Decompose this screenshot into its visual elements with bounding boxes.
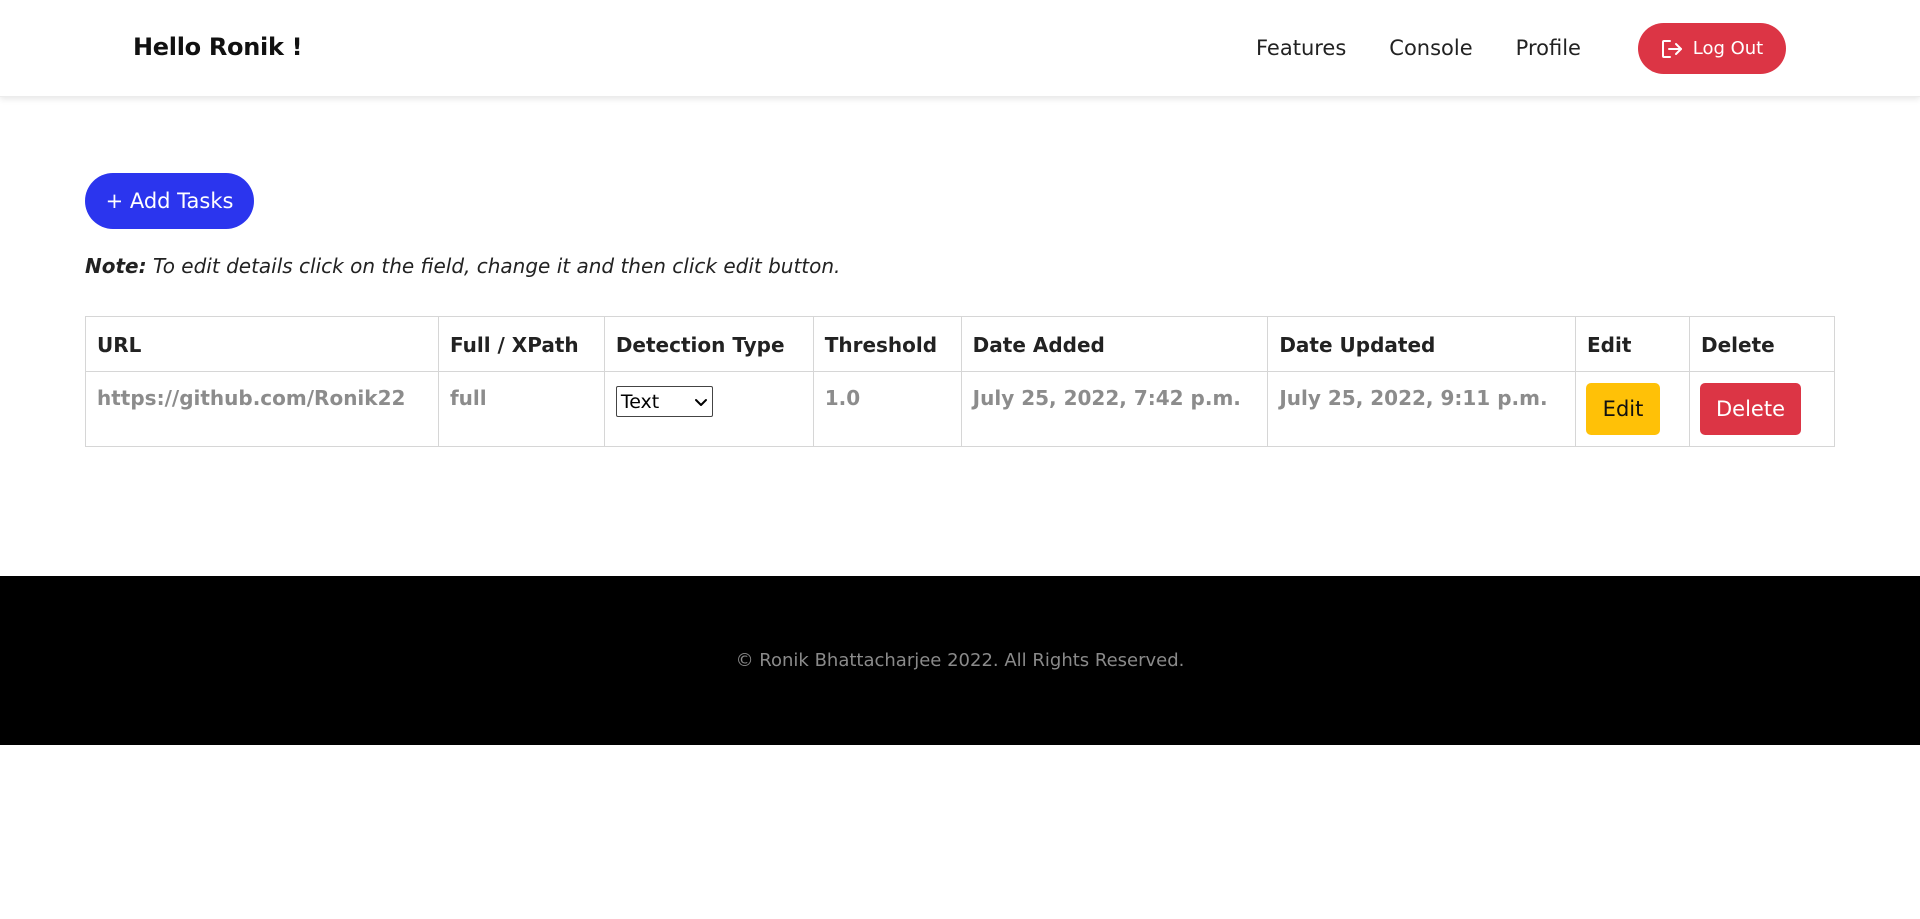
logout-button[interactable]: Log Out [1638, 23, 1786, 74]
add-tasks-button[interactable]: + Add Tasks [85, 173, 254, 229]
nav-link-profile[interactable]: Profile [1516, 36, 1581, 60]
table-header-row: URL Full / XPath Detection Type Threshol… [85, 316, 1836, 372]
table-row: https://github.com/Ronik22 full Text 1.0… [85, 371, 1836, 447]
cell-edit: Edit [1575, 371, 1690, 447]
logout-label: Log Out [1692, 38, 1764, 59]
header-path: Full / XPath [437, 316, 605, 372]
logout-icon [1661, 39, 1685, 59]
header-detection-type: Detection Type [603, 316, 814, 372]
greeting-title: Hello Ronik ! [133, 33, 303, 61]
footer: © Ronik Bhattacharjee 2022. All Rights R… [0, 576, 1920, 745]
header-url: URL [85, 316, 439, 372]
detection-type-select[interactable]: Text [615, 386, 713, 417]
nav-link-features[interactable]: Features [1256, 36, 1346, 60]
header-delete: Delete [1688, 316, 1836, 372]
tasks-table: URL Full / XPath Detection Type Threshol… [85, 316, 1836, 447]
footer-copyright: © Ronik Bhattacharjee 2022. All Rights R… [735, 650, 1185, 671]
edit-note: Note: To edit details click on the field… [85, 254, 840, 278]
cell-detection-type: Text [603, 371, 814, 447]
nav-link-console[interactable]: Console [1389, 36, 1472, 60]
cell-date-updated: July 25, 2022, 9:11 p.m. [1267, 371, 1577, 447]
cell-path[interactable]: full [437, 371, 605, 447]
detection-type-value: Text [620, 390, 660, 413]
header-edit: Edit [1575, 316, 1690, 372]
note-prefix: Note: [85, 254, 147, 278]
navbar: Hello Ronik ! Features Console Profile L… [0, 0, 1920, 97]
cell-delete: Delete [1688, 371, 1836, 447]
edit-button[interactable]: Edit [1586, 383, 1661, 435]
cell-date-added: July 25, 2022, 7:42 p.m. [960, 371, 1269, 447]
delete-button[interactable]: Delete [1699, 383, 1801, 435]
header-threshold: Threshold [812, 316, 962, 372]
cell-threshold[interactable]: 1.0 [812, 371, 962, 447]
header-date-updated: Date Updated [1267, 316, 1577, 372]
header-date-added: Date Added [960, 316, 1269, 372]
note-text: To edit details click on the field, chan… [146, 254, 841, 278]
chevron-down-icon [694, 397, 708, 407]
nav-links: Features Console Profile [1256, 36, 1581, 60]
cell-url[interactable]: https://github.com/Ronik22 [85, 371, 439, 447]
